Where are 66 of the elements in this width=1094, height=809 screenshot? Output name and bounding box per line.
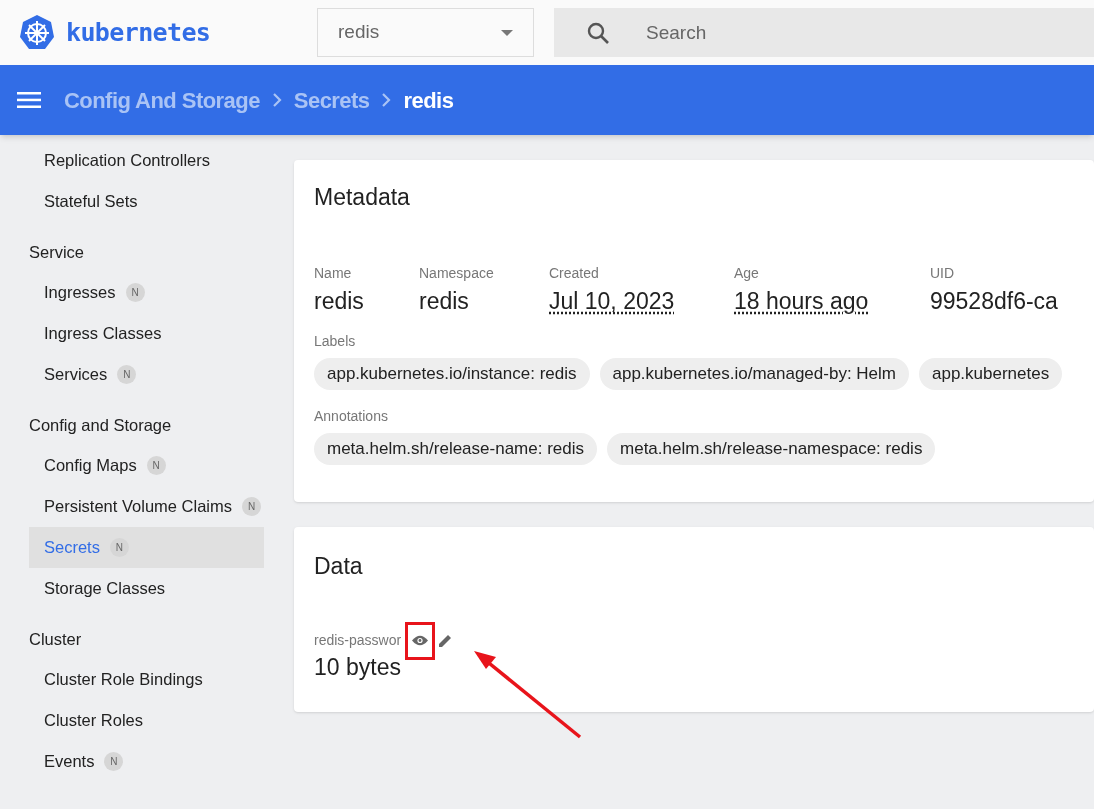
logo-text: kubernetes (66, 16, 211, 49)
sidebar-item-label: Ingress Classes (44, 323, 162, 345)
search-icon (587, 22, 609, 44)
namespaced-badge: N (104, 752, 124, 771)
sidebar-section: Service (29, 222, 264, 272)
sidebar-item-label: Cluster Roles (44, 710, 144, 732)
chevron-icon (381, 92, 392, 108)
sidebar-item[interactable]: Persistent Volume Claims N (29, 486, 264, 527)
sidebar-item-label: Stateful Sets (44, 191, 138, 213)
card-title: Metadata (314, 183, 411, 212)
sidebar-item-label: Storage Classes (44, 578, 166, 600)
namespaced-badge: N (146, 456, 166, 475)
data-value: 10 bytes (314, 652, 402, 682)
sidebar-item[interactable]: Secrets N (29, 527, 264, 568)
sidebar-item-label: Config Maps (44, 455, 137, 477)
chip: app.kubernetes.io/instance: redis (314, 358, 590, 390)
sidebar-item-label: Cluster Role Bindings (44, 669, 203, 691)
search-field[interactable]: Search (554, 8, 1094, 57)
sidebar-section: Cluster (29, 609, 264, 659)
sidebar-item-label: Events (44, 751, 95, 773)
section-label: Annotations (314, 407, 389, 426)
field-label: Name (314, 263, 353, 283)
sidebar-item[interactable]: Ingress Classes (29, 313, 264, 354)
sidebar-item[interactable]: Events N (29, 741, 264, 782)
logo-icon (18, 13, 56, 52)
sidebar-item-label: Services (44, 364, 108, 386)
sidebar-item[interactable]: Services N (29, 354, 264, 395)
sidebar-item-label: Replication Controllers (44, 150, 210, 172)
highlighted-eye-icon[interactable] (405, 621, 436, 660)
sidebar-item-label: Ingresses (44, 282, 116, 304)
edit-icon[interactable] (439, 634, 453, 647)
sidebar-item[interactable]: Cluster Role Bindings (29, 659, 264, 700)
data-key: redis-passwor (314, 630, 402, 651)
sidebar-item-label: Persistent Volume Claims (44, 496, 232, 518)
dropdown-caret-icon (501, 29, 513, 36)
namespaced-badge: N (125, 283, 145, 302)
sidebar-item[interactable]: Stateful Sets (29, 181, 264, 222)
namespaced-badge: N (109, 538, 129, 557)
sidebar-item[interactable]: Ingresses N (29, 272, 264, 313)
card-title: Data (314, 552, 364, 581)
namespaced-badge: N (117, 365, 137, 384)
chip: meta.helm.sh/release-name: redis (314, 433, 597, 465)
field-value: 18 hours ago (734, 286, 869, 316)
menu-icon[interactable] (17, 92, 41, 108)
breadcrumb-current: redis (403, 86, 454, 115)
field-label: Age (734, 263, 760, 283)
field-label: Created (549, 263, 600, 283)
field-value: redis (419, 286, 469, 316)
sidebar-item[interactable]: Storage Classes (29, 568, 264, 609)
sidebar-item[interactable]: Replication Controllers (29, 140, 264, 181)
field-value: redis (314, 286, 364, 316)
sidebar-item[interactable]: Cluster Roles (29, 700, 264, 741)
field-value: 99528df6-ca (930, 286, 1058, 316)
sidebar-item[interactable]: Config Maps N (29, 445, 264, 486)
field-label: UID (930, 263, 956, 283)
namespaced-badge: N (242, 497, 261, 516)
chip: meta.helm.sh/release-namespace: redis (607, 433, 936, 465)
section-label: Labels (314, 332, 357, 351)
field-value: Jul 10, 2023 (549, 286, 675, 316)
namespace-select[interactable]: redis (317, 8, 534, 57)
chip: app.kubernetes.io/managed-by: Helm (599, 358, 909, 390)
chip: app.kubernetes (919, 358, 1063, 390)
field-label: Namespace (419, 263, 495, 283)
sidebar-item-label: Secrets (44, 537, 100, 559)
sidebar-section: Config and Storage (29, 395, 264, 445)
chevron-icon (271, 92, 282, 108)
